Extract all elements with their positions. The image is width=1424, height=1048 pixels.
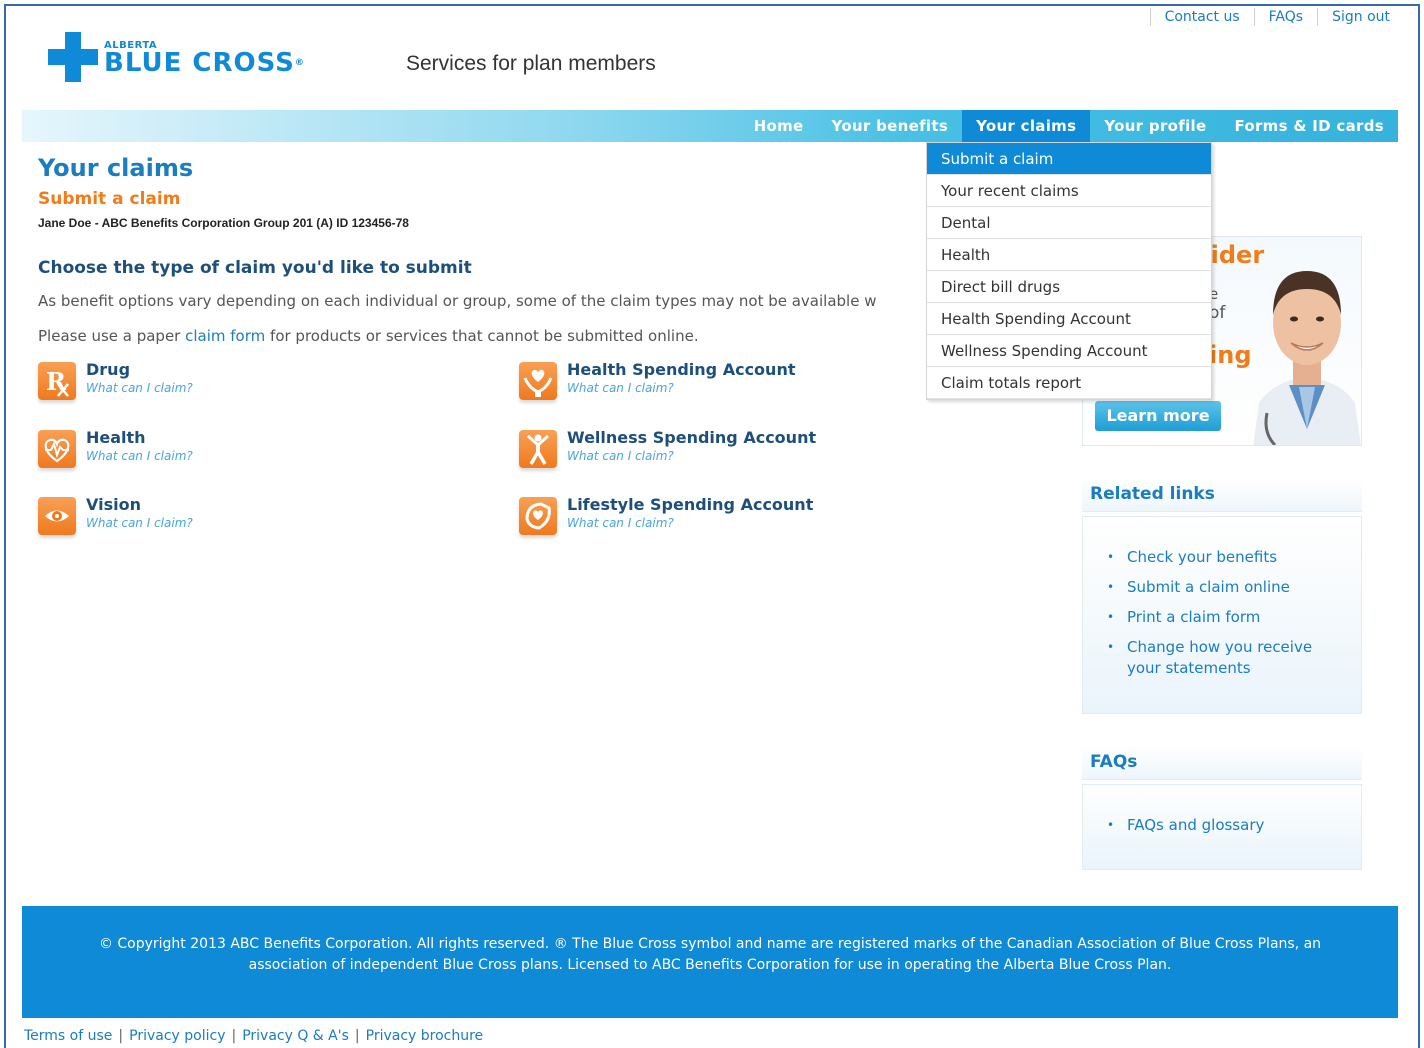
related-link-check-benefits[interactable]: Check your benefits xyxy=(1083,547,1361,568)
registered-mark: ® xyxy=(294,57,305,68)
nav-forms-id-cards[interactable]: Forms & ID cards xyxy=(1220,110,1398,142)
claim-type-drug[interactable]: R Drug What can I claim? xyxy=(38,360,193,400)
faqs-panel: FAQs and glossary xyxy=(1082,784,1362,870)
related-link-change-statements[interactable]: Change how you receive your statements xyxy=(1083,637,1361,679)
doctor-photo xyxy=(1253,253,1361,445)
logo[interactable]: ALBERTA BLUE CROSS® xyxy=(48,32,305,82)
nav-your-benefits[interactable]: Your benefits xyxy=(818,110,963,142)
footer: © Copyright 2013 ABC Benefits Corporatio… xyxy=(22,906,1398,1018)
hands-heart-icon[interactable] xyxy=(519,362,557,400)
related-links-title: Related links xyxy=(1090,484,1215,504)
claim-name[interactable]: Health Spending Account xyxy=(567,360,795,379)
terms-of-use-link[interactable]: Terms of use xyxy=(24,1028,112,1044)
main-nav: Home Your benefits Your claims Your prof… xyxy=(22,110,1398,142)
what-can-i-claim-link[interactable]: What can I claim? xyxy=(86,449,193,463)
paper-form-paragraph: Please use a paper claim form for produc… xyxy=(38,327,699,345)
footer-links: Terms of use | Privacy policy | Privacy Q & … xyxy=(24,1028,484,1044)
menu-health[interactable]: Health xyxy=(927,239,1211,271)
what-can-i-claim-link[interactable]: What can I claim? xyxy=(567,516,813,530)
faqs-glossary-link[interactable]: FAQs and glossary xyxy=(1083,815,1361,836)
menu-wellness-spending-account[interactable]: Wellness Spending Account xyxy=(927,335,1211,367)
section-heading: Choose the type of claim you'd like to s… xyxy=(38,258,472,278)
learn-more-button[interactable]: Learn more xyxy=(1095,401,1221,431)
related-link-print-claim-form[interactable]: Print a claim form xyxy=(1083,607,1361,628)
rx-icon[interactable]: R xyxy=(38,362,76,400)
intro-paragraph: As benefit options vary depending on eac… xyxy=(38,292,877,310)
claim-type-lifestyle-spending-account[interactable]: Lifestyle Spending Account What can I cl… xyxy=(519,495,813,535)
blue-cross-icon xyxy=(48,32,98,82)
what-can-i-claim-link[interactable]: What can I claim? xyxy=(86,516,193,530)
nav-your-profile[interactable]: Your profile xyxy=(1090,110,1220,142)
menu-dental[interactable]: Dental xyxy=(927,207,1211,239)
claim-name[interactable]: Lifestyle Spending Account xyxy=(567,495,813,514)
faqs-link[interactable]: FAQs xyxy=(1253,8,1317,26)
claim-type-wellness-spending-account[interactable]: Wellness Spending Account What can I cla… xyxy=(519,428,816,468)
nav-home[interactable]: Home xyxy=(740,110,818,142)
what-can-i-claim-link[interactable]: What can I claim? xyxy=(567,381,795,395)
para-text: for products or services that cannot be … xyxy=(265,327,699,345)
privacy-policy-link[interactable]: Privacy policy xyxy=(129,1028,225,1044)
contact-us-link[interactable]: Contact us xyxy=(1149,8,1254,26)
menu-direct-bill-drugs[interactable]: Direct bill drugs xyxy=(927,271,1211,303)
claim-name[interactable]: Vision xyxy=(86,495,193,514)
faqs-title: FAQs xyxy=(1090,752,1138,772)
heart-icon[interactable] xyxy=(38,430,76,468)
utility-links: Contact us FAQs Sign out xyxy=(1149,8,1404,26)
person-icon[interactable] xyxy=(519,430,557,468)
brand-name: BLUE CROSS xyxy=(104,47,295,78)
promo-heading: ing xyxy=(1209,341,1252,369)
page-title: Your claims xyxy=(38,154,194,182)
lifestyle-icon[interactable] xyxy=(519,497,557,535)
claim-name[interactable]: Health xyxy=(86,428,193,447)
privacy-brochure-link[interactable]: Privacy brochure xyxy=(366,1028,484,1044)
site-tagline: Services for plan members xyxy=(406,52,656,75)
claim-form-link[interactable]: claim form xyxy=(185,327,265,345)
what-can-i-claim-link[interactable]: What can I claim? xyxy=(86,381,193,395)
eye-icon[interactable] xyxy=(38,497,76,535)
claim-type-health-spending-account[interactable]: Health Spending Account What can I claim… xyxy=(519,360,795,400)
related-links-panel: Check your benefits Submit a claim onlin… xyxy=(1082,516,1362,714)
sign-out-link[interactable]: Sign out xyxy=(1317,8,1404,26)
what-can-i-claim-link[interactable]: What can I claim? xyxy=(567,449,816,463)
menu-health-spending-account[interactable]: Health Spending Account xyxy=(927,303,1211,335)
related-links-header: Related links xyxy=(1082,478,1362,512)
privacy-qa-link[interactable]: Privacy Q & A's xyxy=(242,1028,349,1044)
nav-your-claims[interactable]: Your claims xyxy=(962,110,1091,142)
faqs-header: FAQs xyxy=(1082,746,1362,780)
menu-claim-totals-report[interactable]: Claim totals report xyxy=(927,367,1211,399)
menu-your-recent-claims[interactable]: Your recent claims xyxy=(927,175,1211,207)
brand-wordmark: ALBERTA BLUE CROSS® xyxy=(104,40,305,78)
claims-dropdown-menu: Submit a claim Your recent claims Dental… xyxy=(926,142,1212,400)
claim-name[interactable]: Wellness Spending Account xyxy=(567,428,816,447)
claim-name[interactable]: Drug xyxy=(86,360,193,379)
menu-submit-a-claim[interactable]: Submit a claim xyxy=(927,143,1211,175)
related-link-submit-claim-online[interactable]: Submit a claim online xyxy=(1083,577,1361,598)
copyright-text: © Copyright 2013 ABC Benefits Corporatio… xyxy=(98,936,1322,973)
claim-type-health[interactable]: Health What can I claim? xyxy=(38,428,193,468)
claim-type-vision[interactable]: Vision What can I claim? xyxy=(38,495,193,535)
page-subtitle: Submit a claim xyxy=(38,189,181,209)
member-info: Jane Doe - ABC Benefits Corporation Grou… xyxy=(38,216,409,230)
para-text: Please use a paper xyxy=(38,327,186,345)
